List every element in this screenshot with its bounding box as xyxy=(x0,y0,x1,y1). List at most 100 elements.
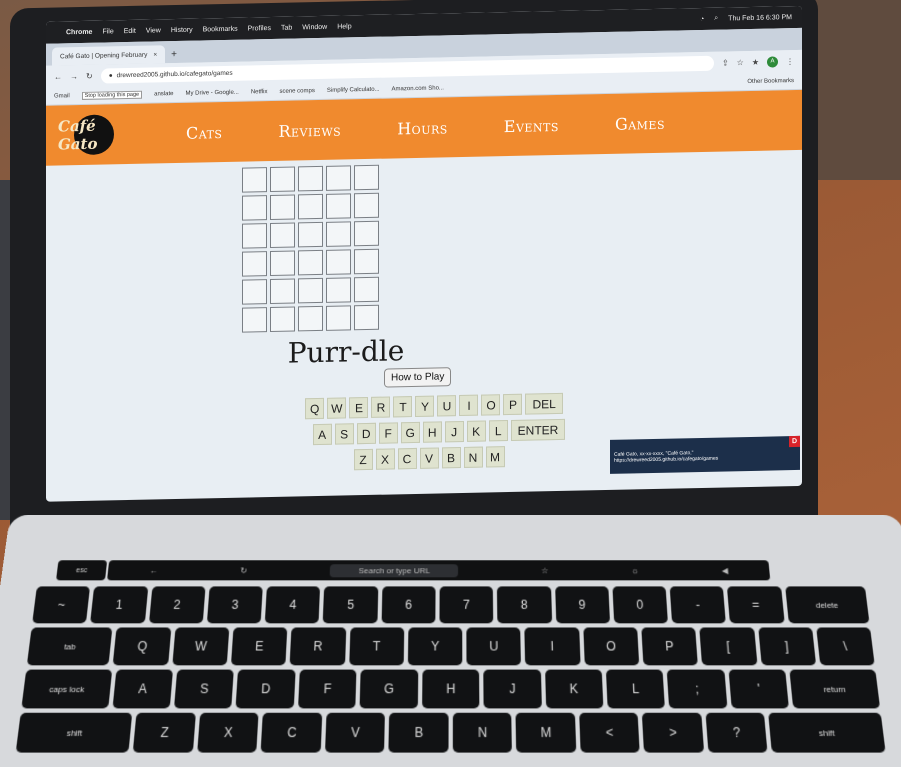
hardware-key[interactable]: shift xyxy=(768,712,886,753)
touchbar-brightness-icon[interactable]: ☼ xyxy=(631,566,639,575)
menu-item[interactable]: File xyxy=(102,28,113,35)
key-j[interactable]: J xyxy=(444,420,464,443)
hardware-key[interactable]: ~ xyxy=(32,586,91,624)
hardware-key[interactable]: U xyxy=(466,627,522,666)
hardware-key[interactable]: T xyxy=(348,627,405,666)
menu-item[interactable]: Chrome xyxy=(66,28,92,36)
bookmark-simplify[interactable]: Simplify Calculato... xyxy=(327,86,380,93)
hardware-key[interactable]: G xyxy=(359,669,419,709)
key-s[interactable]: S xyxy=(334,423,354,445)
reload-icon[interactable]: ↻ xyxy=(86,71,93,80)
hardware-key[interactable]: H xyxy=(421,669,480,709)
key-l[interactable]: L xyxy=(488,420,508,442)
hardware-key[interactable]: 8 xyxy=(497,586,552,624)
key-f[interactable]: F xyxy=(378,422,398,444)
hardware-key[interactable]: V xyxy=(324,712,386,753)
hardware-key[interactable]: \ xyxy=(815,627,875,666)
hardware-key[interactable]: [ xyxy=(699,627,757,666)
hardware-key[interactable]: 6 xyxy=(381,586,436,624)
esc-key[interactable]: esc xyxy=(56,560,108,581)
hardware-key[interactable]: - xyxy=(669,586,727,624)
new-tab-button[interactable]: + xyxy=(171,49,177,63)
menu-item[interactable]: Window xyxy=(302,23,327,31)
hardware-key[interactable]: N xyxy=(452,712,513,753)
hardware-key[interactable]: X xyxy=(197,712,260,753)
hardware-key[interactable]: > xyxy=(642,712,705,753)
hardware-key[interactable]: 3 xyxy=(206,586,263,624)
hardware-key[interactable]: 0 xyxy=(612,586,669,624)
hardware-key[interactable]: E xyxy=(230,627,288,666)
hardware-key[interactable]: 2 xyxy=(148,586,206,624)
browser-tab[interactable]: Café Gato | Opening February × xyxy=(52,45,166,66)
hardware-key[interactable]: ? xyxy=(705,712,769,753)
touchbar-reload-icon[interactable]: ↻ xyxy=(240,566,247,575)
hardware-key[interactable]: ; xyxy=(667,669,728,709)
profile-avatar[interactable]: A xyxy=(767,55,778,68)
hardware-key[interactable]: K xyxy=(544,669,604,709)
touchbar-star-icon[interactable]: ☆ xyxy=(541,566,549,575)
nav-events[interactable]: Events xyxy=(504,115,559,135)
share-icon[interactable]: ⇪ xyxy=(722,58,729,67)
hardware-key[interactable]: W xyxy=(171,627,230,666)
star-icon[interactable]: ☆ xyxy=(737,58,744,67)
hardware-key[interactable]: O xyxy=(582,627,640,666)
key-h[interactable]: H xyxy=(422,421,442,443)
hardware-key[interactable]: Z xyxy=(133,712,196,753)
hardware-key[interactable]: ] xyxy=(757,627,816,666)
nav-cats[interactable]: Cats xyxy=(186,123,222,143)
hardware-key[interactable]: 4 xyxy=(264,586,321,624)
hardware-key[interactable]: M xyxy=(515,712,577,753)
bookmark-netflix[interactable]: Netflix xyxy=(251,89,268,95)
key-t[interactable]: T xyxy=(393,396,413,418)
menu-item[interactable]: History xyxy=(171,26,193,33)
bookmark-amazon[interactable]: Amazon.com Sho... xyxy=(392,85,444,92)
key-g[interactable]: G xyxy=(400,421,420,444)
hardware-key[interactable]: 1 xyxy=(90,586,148,624)
bookmark-translate[interactable]: anslate xyxy=(154,91,173,97)
more-icon[interactable]: ⋮ xyxy=(786,57,794,66)
key-x[interactable]: X xyxy=(375,448,395,470)
nav-games[interactable]: Games xyxy=(615,113,665,133)
tab-close-icon[interactable]: × xyxy=(153,51,157,58)
popup-close-icon[interactable]: D xyxy=(789,435,800,448)
nav-hours[interactable]: Hours xyxy=(397,118,448,138)
back-icon[interactable]: ← xyxy=(54,72,62,81)
hardware-key[interactable]: 7 xyxy=(439,586,494,624)
hardware-key[interactable]: L xyxy=(605,669,666,709)
key-z[interactable]: Z xyxy=(353,448,373,471)
key-w[interactable]: W xyxy=(327,397,347,419)
key-a[interactable]: A xyxy=(312,423,332,446)
hardware-key[interactable]: F xyxy=(297,669,357,709)
key-r[interactable]: R xyxy=(371,396,391,418)
hardware-key[interactable]: P xyxy=(641,627,699,666)
key-y[interactable]: Y xyxy=(415,395,435,417)
touchbar-search[interactable]: Search or type URL xyxy=(329,563,459,577)
menu-item[interactable]: Profiles xyxy=(248,24,271,31)
key-b[interactable]: B xyxy=(441,447,461,469)
hardware-key[interactable]: tab xyxy=(26,627,113,666)
hardware-key[interactable]: I xyxy=(524,627,581,666)
key-v[interactable]: V xyxy=(419,447,439,469)
hardware-key[interactable]: Q xyxy=(113,627,172,666)
bookmark-gmail[interactable]: Gmail xyxy=(54,93,70,99)
touchbar-volume-icon[interactable]: ◀ xyxy=(721,566,728,575)
how-to-play-button[interactable]: How to Play xyxy=(384,367,452,388)
hardware-key[interactable]: 9 xyxy=(554,586,610,624)
cafe-gato-logo[interactable]: Café Gato xyxy=(58,112,130,158)
key-q[interactable]: Q xyxy=(305,397,325,420)
key-enter[interactable]: ENTER xyxy=(510,418,566,441)
hardware-key[interactable]: ' xyxy=(728,669,790,709)
key-o[interactable]: O xyxy=(481,394,501,416)
menu-item[interactable]: View xyxy=(146,27,161,34)
nav-reviews[interactable]: Reviews xyxy=(278,120,341,140)
hardware-key[interactable]: D xyxy=(236,669,296,709)
key-n[interactable]: N xyxy=(463,446,483,468)
menu-item[interactable]: Tab xyxy=(281,24,292,31)
other-bookmarks[interactable]: Other Bookmarks xyxy=(747,78,794,85)
key-del[interactable]: DEL xyxy=(525,392,563,415)
key-e[interactable]: E xyxy=(349,396,369,419)
hardware-key[interactable]: B xyxy=(388,712,449,753)
key-i[interactable]: I xyxy=(459,394,479,417)
key-k[interactable]: K xyxy=(466,420,486,442)
hardware-key[interactable]: S xyxy=(174,669,235,709)
